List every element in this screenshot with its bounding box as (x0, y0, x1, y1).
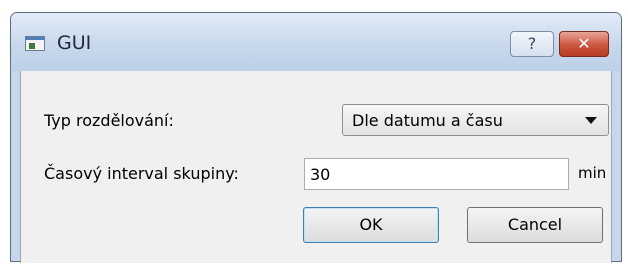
dialog-content: Typ rozdělování: Dle datumu a času Časov… (20, 71, 612, 263)
split-type-selected-value: Dle datumu a času (352, 111, 503, 130)
cancel-button[interactable]: Cancel (467, 207, 603, 243)
interval-label: Časový interval skupiny: (44, 164, 239, 183)
window-title: GUI (57, 32, 92, 54)
help-button[interactable]: ? (510, 31, 554, 57)
interval-input[interactable] (305, 159, 568, 189)
split-type-dropdown[interactable]: Dle datumu a času (342, 104, 609, 136)
close-button[interactable]: ✕ (559, 31, 609, 57)
dialog-window: GUI ? ✕ Typ rozdělování: Dle datumu a ča… (10, 12, 622, 263)
interval-field[interactable] (304, 158, 569, 190)
ok-button[interactable]: OK (303, 207, 439, 243)
title-bar[interactable]: GUI ? ✕ (11, 13, 621, 71)
dropdown-arrow-icon (585, 117, 597, 124)
app-window-icon (25, 36, 45, 51)
interval-unit: min (578, 164, 607, 182)
split-type-label: Typ rozdělování: (44, 111, 174, 130)
